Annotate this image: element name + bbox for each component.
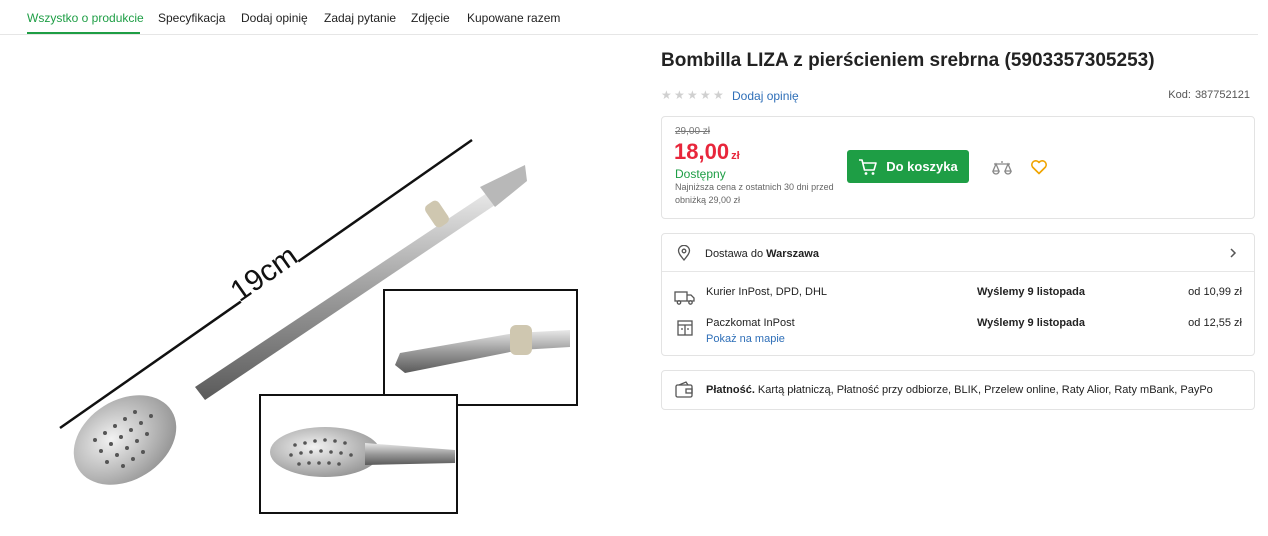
payment-methods-list: Kartą płatniczą, Płatność przy odbiorze,… (757, 384, 1213, 396)
bombilla-photo: 19cm (59, 138, 578, 514)
payment-label: Płatność. (706, 384, 755, 396)
product-title: Bombilla LIZA z pierścieniem srebrna (59… (661, 50, 1155, 71)
add-to-cart-button[interactable]: Do koszyka (847, 150, 969, 183)
delivery-prefix: Dostawa do (705, 248, 764, 260)
delivery-method: Paczkomat InPost (706, 317, 795, 329)
product-code-value: 387752121 (1194, 89, 1250, 101)
truck-icon (674, 291, 695, 305)
star-icon: ★ (674, 88, 685, 102)
rating-stars[interactable]: ★ ★ ★ ★ ★ (661, 89, 725, 101)
compare-icon[interactable] (991, 159, 1013, 177)
availability-status: Dostępny (675, 167, 726, 181)
delivery-ship-date: Wyślemy 9 listopada (977, 286, 1086, 298)
delivery-cost: od 10,99 zł (1188, 286, 1242, 298)
heart-icon[interactable] (1030, 159, 1048, 175)
product-image[interactable]: 19cm (55, 125, 595, 530)
delivery-destination[interactable]: Dostawa do Warszawa (662, 234, 1254, 272)
old-price: 29,00 zł (675, 126, 711, 137)
add-to-cart-label: Do koszyka (886, 159, 958, 174)
parcel-locker-icon (677, 320, 693, 336)
delivery-cost: od 12,55 zł (1188, 317, 1242, 329)
payment-methods: Płatność. Kartą płatniczą, Płatność przy … (706, 384, 1213, 396)
wallet-icon (675, 381, 693, 398)
chevron-right-icon[interactable] (1228, 247, 1238, 259)
price-currency: zł (731, 150, 740, 162)
star-icon: ★ (700, 88, 711, 102)
star-icon: ★ (687, 88, 698, 102)
active-tab-underline (27, 32, 140, 34)
location-pin-icon (677, 245, 691, 261)
tab-add-review[interactable]: Dodaj opinię (241, 11, 308, 25)
tab-photo[interactable]: Zdjęcie (411, 11, 450, 25)
delivery-method: Kurier InPost, DPD, DHL (706, 286, 828, 298)
product-tabs: Wszystko o produkcie Specyfikacja Dodaj … (0, 0, 1258, 35)
lowest-price-note: Najniższa cena z ostatnich 30 dni przed … (675, 182, 834, 205)
delivery-city: Warszawa (766, 248, 819, 260)
price-box: 29,00 zł 18,00 zł Dostępny Najniższa cena… (661, 116, 1255, 219)
tab-all-about-product[interactable]: Wszystko o produkcie (27, 11, 144, 25)
product-code-label: Kod: (1168, 89, 1191, 101)
payment-box: Płatność. Kartą płatniczą, Płatność przy … (661, 370, 1255, 410)
tab-ask-question[interactable]: Zadaj pytanie (324, 11, 396, 25)
star-icon: ★ (661, 88, 672, 102)
add-review-link[interactable]: Dodaj opinię (732, 89, 799, 103)
delivery-text: Dostawa do Warszawa (705, 248, 819, 260)
price-value: 18,00 (674, 139, 730, 164)
delivery-ship-date: Wyślemy 9 listopada (977, 317, 1086, 329)
star-icon: ★ (713, 88, 724, 102)
tab-specification[interactable]: Specyfikacja (158, 11, 225, 25)
cart-icon (859, 158, 878, 175)
product-code: Kod: 387752121 (1164, 89, 1250, 101)
current-price: 18,00 zł (674, 139, 740, 165)
tab-bought-together[interactable]: Kupowane razem (467, 11, 560, 25)
show-on-map-link[interactable]: Pokaż na mapie (706, 333, 785, 345)
delivery-box: Dostawa do Warszawa Kurier InPost, DPD, … (661, 233, 1255, 356)
